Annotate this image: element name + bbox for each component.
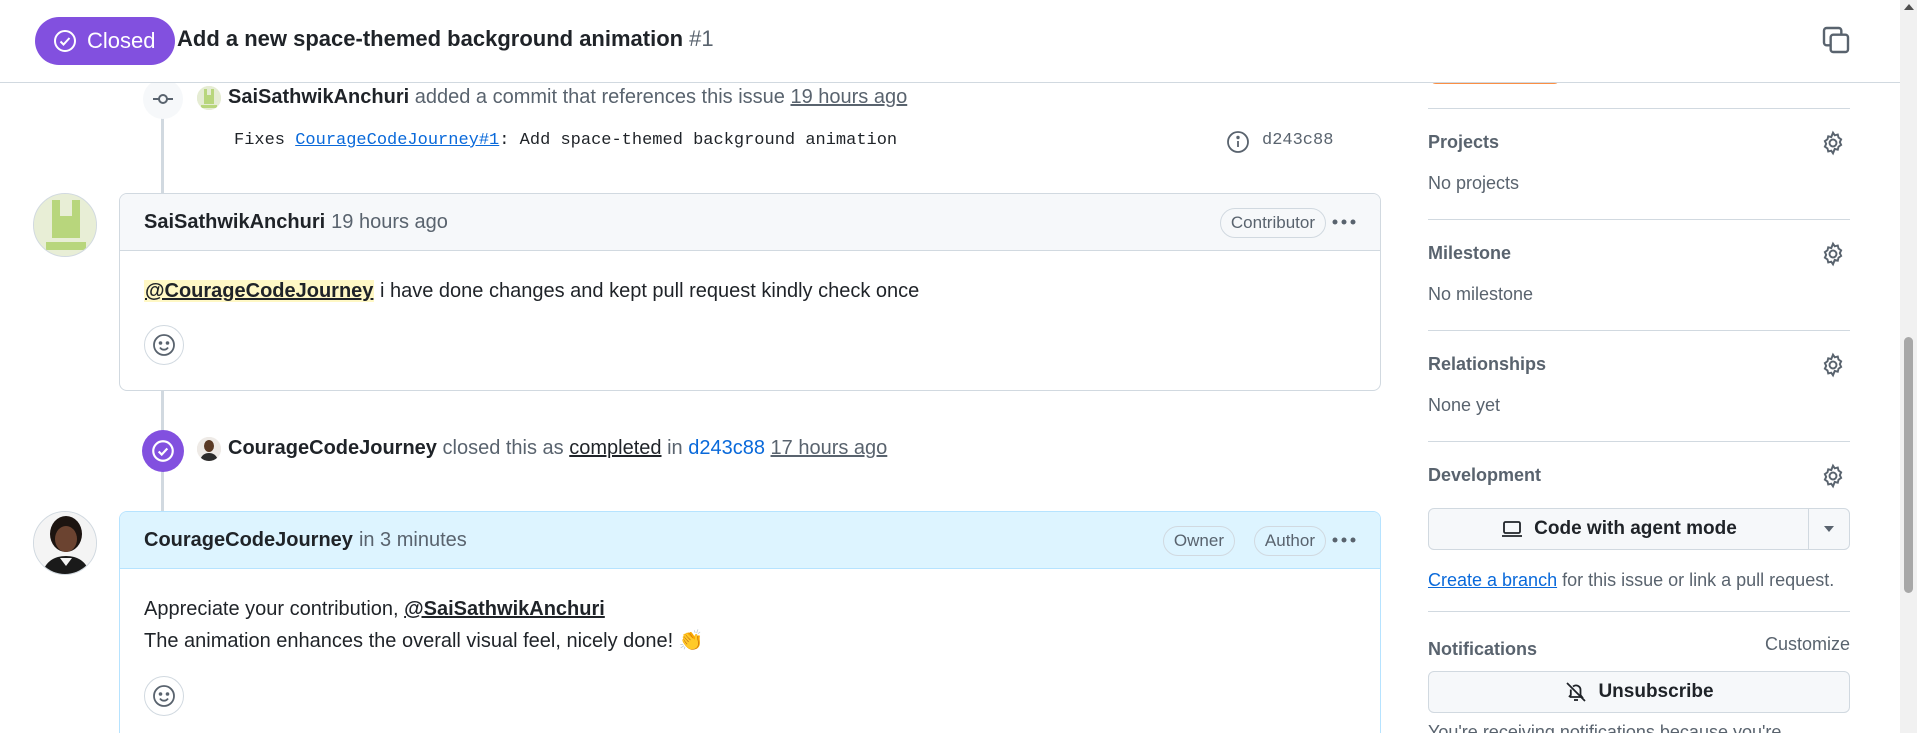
comment-line: Appreciate your contribution, @SaiSathwi… — [144, 593, 1356, 625]
create-branch-suffix: for this issue or link a pull request. — [1557, 570, 1835, 590]
comment-body: Appreciate your contribution, @SaiSathwi… — [120, 569, 1380, 657]
triangle-down-icon — [1824, 526, 1834, 532]
sidebar-section-value: No projects — [1428, 173, 1520, 193]
smiley-icon — [153, 334, 175, 356]
copy-icon[interactable] — [1820, 24, 1852, 56]
comment-body: @CourageCodeJourney i have done changes … — [120, 251, 1380, 307]
avatar[interactable] — [197, 86, 221, 110]
contributor-badge: Contributor — [1219, 208, 1326, 238]
issue-state-label: Closed — [87, 28, 156, 53]
sidebar-section-title: Development — [1428, 465, 1542, 485]
commit-message-prefix: Fixes — [234, 131, 296, 150]
comment-text: Appreciate your contribution, — [144, 598, 405, 620]
event-action: closed this as — [442, 437, 564, 459]
sidebar-projects: Projects No projects — [1428, 108, 1850, 219]
unsubscribe-button[interactable]: Unsubscribe — [1428, 671, 1850, 713]
user-mention[interactable]: @SaiSathwikAnchuri — [404, 598, 605, 620]
event-actor[interactable]: CourageCodeJourney — [228, 437, 437, 459]
code-with-agent-dropdown[interactable] — [1809, 509, 1849, 549]
commit-sha-link[interactable]: d243c88 — [688, 437, 765, 459]
comment-text: i have done changes and kept pull reques… — [374, 280, 920, 302]
info-icon[interactable] — [1226, 130, 1250, 154]
bell-slash-icon — [1566, 682, 1587, 702]
add-reaction-button[interactable] — [144, 325, 184, 365]
gear-icon[interactable] — [1820, 241, 1846, 267]
sidebar-section-value: No milestone — [1428, 284, 1534, 304]
sidebar-section-title: Relationships — [1428, 354, 1547, 374]
avatar[interactable] — [197, 437, 221, 461]
sidebar-divider — [1428, 611, 1850, 612]
comment-card: CourageCodeJourney in 3 minutes Owner Au… — [119, 511, 1381, 733]
sidebar-relationships: Relationships None yet — [1428, 330, 1850, 441]
owner-badge: Owner — [1162, 526, 1235, 556]
closed-event-node — [142, 430, 184, 472]
smiley-icon — [153, 685, 175, 707]
comment-options-button[interactable] — [1328, 525, 1360, 555]
comment-author[interactable]: SaiSathwikAnchuri — [144, 211, 325, 234]
avatar[interactable] — [33, 193, 97, 257]
create-branch-link[interactable]: Create a branch — [1428, 570, 1557, 590]
git-commit-icon — [153, 94, 173, 104]
scroll-up-arrow[interactable] — [1904, 4, 1914, 10]
event-actor[interactable]: SaiSathwikAnchuri — [228, 86, 409, 108]
comment-options-button[interactable] — [1328, 207, 1360, 237]
issue-sticky-header: Closed Add a new space-themed background… — [0, 0, 1900, 83]
comment-card: SaiSathwikAnchuri 19 hours ago Contribut… — [119, 193, 1381, 391]
comment-time[interactable]: in 3 minutes — [359, 529, 467, 552]
avatar[interactable] — [33, 511, 97, 575]
commit-sha[interactable]: d243c88 — [1262, 131, 1333, 150]
event-in: in — [667, 437, 683, 459]
sidebar-section-title: Milestone — [1428, 243, 1512, 263]
issue-title-text: Add a new space-themed background animat… — [177, 26, 684, 51]
kebab-horizontal-icon — [1332, 219, 1356, 225]
event-action: added a commit that references this issu… — [414, 86, 785, 108]
sidebar-section-value: None yet — [1428, 395, 1501, 415]
check-circle-icon — [152, 440, 174, 462]
gear-icon[interactable] — [1820, 130, 1846, 156]
commit-event-text: SaiSathwikAnchuri added a commit that re… — [228, 86, 907, 109]
issue-title: Add a new space-themed background animat… — [177, 26, 714, 52]
scrollbar-thumb[interactable] — [1904, 337, 1913, 593]
create-branch-text: Create a branch for this issue or link a… — [1428, 570, 1834, 591]
sidebar-section-title: Projects — [1428, 132, 1500, 152]
comment-line: The animation enhances the overall visua… — [144, 630, 704, 652]
customize-link[interactable]: Customize — [1765, 634, 1850, 655]
unsubscribe-label: Unsubscribe — [1598, 681, 1714, 702]
issue-number: #1 — [689, 26, 714, 51]
kebab-horizontal-icon — [1332, 537, 1356, 543]
check-circle-icon — [54, 30, 76, 52]
commit-node — [143, 79, 183, 119]
sidebar-milestone: Milestone No milestone — [1428, 219, 1850, 330]
comment-author[interactable]: CourageCodeJourney — [144, 529, 353, 552]
notifications-title: Notifications — [1428, 639, 1538, 659]
gear-icon[interactable] — [1820, 463, 1846, 489]
comment-header: SaiSathwikAnchuri 19 hours ago Contribut… — [120, 194, 1380, 251]
code-with-agent-button-group: Code with agent mode — [1428, 508, 1850, 550]
comment-time[interactable]: 19 hours ago — [331, 211, 448, 234]
add-reaction-button[interactable] — [144, 676, 184, 716]
user-mention[interactable]: @CourageCodeJourney — [144, 280, 375, 302]
closed-event-text: CourageCodeJourney closed this as comple… — [228, 437, 887, 460]
notification-reason-text: You're receiving notifications because y… — [1428, 722, 1797, 733]
issue-state-badge: Closed — [35, 17, 176, 65]
laptop-icon — [1502, 521, 1523, 537]
event-time-link[interactable]: 19 hours ago — [790, 86, 907, 108]
author-badge: Author — [1253, 526, 1326, 556]
commit-message-suffix: : Add space-themed background animation — [499, 131, 898, 150]
comment-header: CourageCodeJourney in 3 minutes Owner Au… — [120, 512, 1380, 569]
code-with-agent-label: Code with agent mode — [1534, 518, 1737, 539]
commit-message: Fixes CourageCodeJourney#1: Add space-th… — [234, 131, 897, 150]
gear-icon[interactable] — [1820, 352, 1846, 378]
code-with-agent-button[interactable]: Code with agent mode — [1429, 509, 1809, 549]
issue-reference-link[interactable]: CourageCodeJourney#1 — [295, 131, 499, 150]
event-time-link[interactable]: 17 hours ago — [771, 437, 888, 459]
close-reason-link[interactable]: completed — [569, 437, 661, 459]
